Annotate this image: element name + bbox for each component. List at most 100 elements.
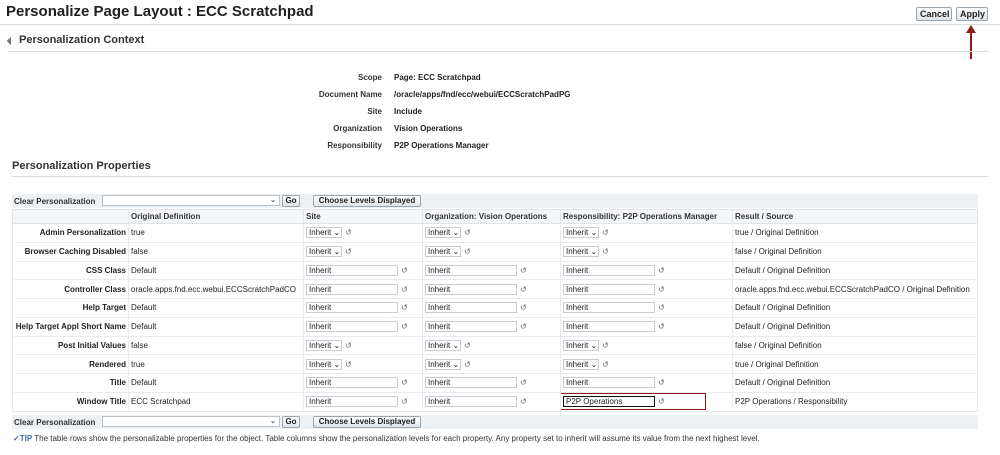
revert-icon[interactable]: ↺ [345,247,352,256]
revert-icon[interactable]: ↺ [658,322,665,331]
properties-toolbar-top: Clear Personalization ⌄ Go Choose Levels… [12,194,978,208]
revert-icon[interactable]: ↺ [602,247,609,256]
column-header: Result / Source [732,209,978,224]
org-level-select[interactable]: Inherit ⌄ [425,246,461,258]
site-level-cell: Inherit ↺ [303,373,423,393]
site-level-input[interactable]: Inherit [306,321,398,333]
result-source: Default / Original Definition [732,298,978,318]
select-value: Inherit [566,247,589,257]
dropdown-chevron-icon: ⌄ [588,340,598,350]
site-level-input[interactable]: Inherit [306,264,398,276]
resp-level-select[interactable]: Inherit ⌄ [563,246,599,258]
collapse-triangle-icon[interactable] [6,36,16,46]
revert-icon[interactable]: ↺ [520,303,527,312]
revert-icon[interactable]: ↺ [658,303,665,312]
select-value: Inherit [309,247,332,257]
revert-icon[interactable]: ↺ [401,322,408,331]
dropdown-chevron-icon: ⌄ [331,247,341,257]
select-value: Inherit [428,228,451,238]
org-level-input[interactable]: Inherit [425,264,517,276]
resp-level-input[interactable]: Inherit [563,377,655,389]
revert-icon[interactable]: ↺ [401,285,408,294]
org-level-input[interactable]: Inherit [425,396,517,408]
select-value: Inherit [428,340,451,350]
choose-levels-button[interactable]: Choose Levels Displayed [313,195,421,207]
resp-level-input[interactable]: Inherit [563,321,655,333]
revert-icon[interactable]: ↺ [401,266,408,275]
apply-button[interactable]: Apply [956,7,988,21]
org-level-select[interactable]: Inherit ⌄ [425,339,461,351]
resp-level-input[interactable]: P2P Operations [563,395,655,407]
revert-icon[interactable]: ↺ [464,341,471,350]
original-definition: Default [128,316,304,337]
revert-icon[interactable]: ↺ [464,247,471,256]
clear-personalization-select-bottom[interactable]: ⌄ [102,416,280,427]
org-level-select[interactable]: Inherit ⌄ [425,358,461,370]
resp-level-select[interactable]: Inherit ⌄ [563,227,599,239]
revert-icon[interactable]: ↺ [345,341,352,350]
site-level-select[interactable]: Inherit ⌄ [306,246,342,258]
revert-icon[interactable]: ↺ [520,322,527,331]
go-button[interactable]: Go [282,195,300,207]
table-row: Controller Class oracle.apps.fnd.ecc.webu… [12,279,978,299]
revert-icon[interactable]: ↺ [520,397,527,406]
revert-icon[interactable]: ↺ [602,341,609,350]
clear-personalization-label-bottom: Clear Personalization [14,418,96,427]
clear-personalization-select[interactable]: ⌄ [102,195,280,206]
column-header: Responsibility: P2P Operations Manager [560,209,733,224]
select-value: Inherit [428,247,451,257]
revert-icon[interactable]: ↺ [464,360,471,369]
resp-level-cell: P2P Operations ↺ [560,391,733,412]
revert-icon[interactable]: ↺ [658,397,665,406]
dropdown-chevron-icon: ⌄ [450,340,460,350]
revert-icon[interactable]: ↺ [401,397,408,406]
site-level-cell: Inherit ↺ [303,391,423,412]
dropdown-chevron-icon: ⌄ [450,359,460,369]
org-level-input[interactable]: Inherit [425,321,517,333]
site-level-input[interactable]: Inherit [306,396,398,408]
revert-icon[interactable]: ↺ [658,285,665,294]
revert-icon[interactable]: ↺ [345,360,352,369]
org-level-input[interactable]: Inherit [425,377,517,389]
revert-icon[interactable]: ↺ [658,378,665,387]
resp-level-cell: Inherit ⌄ ↺ [560,335,733,356]
site-level-select[interactable]: Inherit ⌄ [306,358,342,370]
go-button-bottom[interactable]: Go [282,416,300,428]
site-level-input[interactable]: Inherit [306,283,398,295]
cancel-button[interactable]: Cancel [916,7,952,21]
column-header: Original Definition [128,209,304,224]
revert-icon[interactable]: ↺ [520,285,527,294]
site-level-select[interactable]: Inherit ⌄ [306,339,342,351]
revert-icon[interactable]: ↺ [520,266,527,275]
context-value: P2P Operations Manager [394,141,489,150]
original-definition: oracle.apps.fnd.ecc.webui.ECCScratchPadC… [128,279,304,299]
resp-level-input[interactable]: Inherit [563,302,655,314]
resp-level-input[interactable]: Inherit [563,283,655,295]
revert-icon[interactable]: ↺ [520,378,527,387]
table-row: Help Target Appl Short Name Default Inheri… [12,316,978,337]
choose-levels-button-bottom[interactable]: Choose Levels Displayed [313,416,421,428]
properties-toolbar-bottom: Clear Personalization ⌄ Go Choose Levels… [12,415,978,429]
property-name: Admin Personalization [12,223,129,243]
revert-icon[interactable]: ↺ [602,228,609,237]
org-level-input[interactable]: Inherit [425,283,517,295]
revert-icon[interactable]: ↺ [345,228,352,237]
revert-icon[interactable]: ↺ [464,228,471,237]
revert-icon[interactable]: ↺ [658,266,665,275]
revert-icon[interactable]: ↺ [401,303,408,312]
resp-level-select[interactable]: Inherit ⌄ [563,339,599,351]
org-level-select[interactable]: Inherit ⌄ [425,227,461,239]
context-value: Include [394,107,423,116]
revert-icon[interactable]: ↺ [602,360,609,369]
site-level-input[interactable]: Inherit [306,302,398,314]
org-level-cell: Inherit ↺ [422,279,561,299]
site-level-input[interactable]: Inherit [306,377,398,389]
resp-level-input[interactable]: Inherit [563,264,655,276]
context-section-header[interactable]: Personalization Context [6,34,144,46]
site-level-select[interactable]: Inherit ⌄ [306,227,342,239]
org-level-input[interactable]: Inherit [425,302,517,314]
site-level-cell: Inherit ⌄ ↺ [303,241,423,262]
revert-icon[interactable]: ↺ [401,378,408,387]
resp-level-select[interactable]: Inherit ⌄ [563,358,599,370]
highlight-box: P2P Operations ↺ [561,393,706,410]
